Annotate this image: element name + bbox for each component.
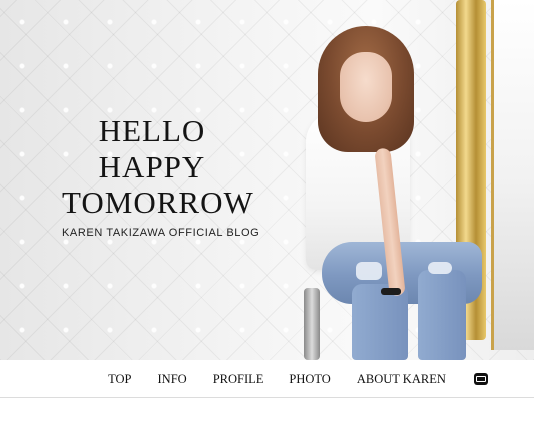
jeans-leg-right [418,270,466,360]
hero-title-line-3: TOMORROW [62,185,254,220]
hero-title-line-1: HELLO [98,113,206,148]
jeans-leg-left [352,284,408,360]
face [340,52,392,122]
main-nav: TOP INFO PROFILE PHOTO ABOUT KAREN [0,360,534,398]
nav-divider [0,397,534,398]
watch [381,288,401,295]
mail-icon[interactable] [473,373,488,385]
nav-item-top[interactable]: TOP [108,372,131,387]
nav-item-photo[interactable]: PHOTO [289,372,330,387]
nav-item-profile[interactable]: PROFILE [213,372,264,387]
mirror-panel [491,0,534,350]
jeans-rip [356,262,382,280]
hero-photo [286,0,534,360]
hero-banner: HELLO HAPPY TOMORROW KAREN TAKIZAWA OFFI… [0,0,534,360]
hero-title: HELLO HAPPY TOMORROW KAREN TAKIZAWA OFFI… [62,113,260,239]
jeans-rip [428,262,452,274]
hero-subtitle: KAREN TAKIZAWA OFFICIAL BLOG [62,227,260,239]
nav-item-about-karen[interactable]: ABOUT KAREN [357,372,446,387]
stool [304,288,320,360]
hero-title-line-2: HAPPY [98,149,206,184]
nav-item-info[interactable]: INFO [158,372,187,387]
